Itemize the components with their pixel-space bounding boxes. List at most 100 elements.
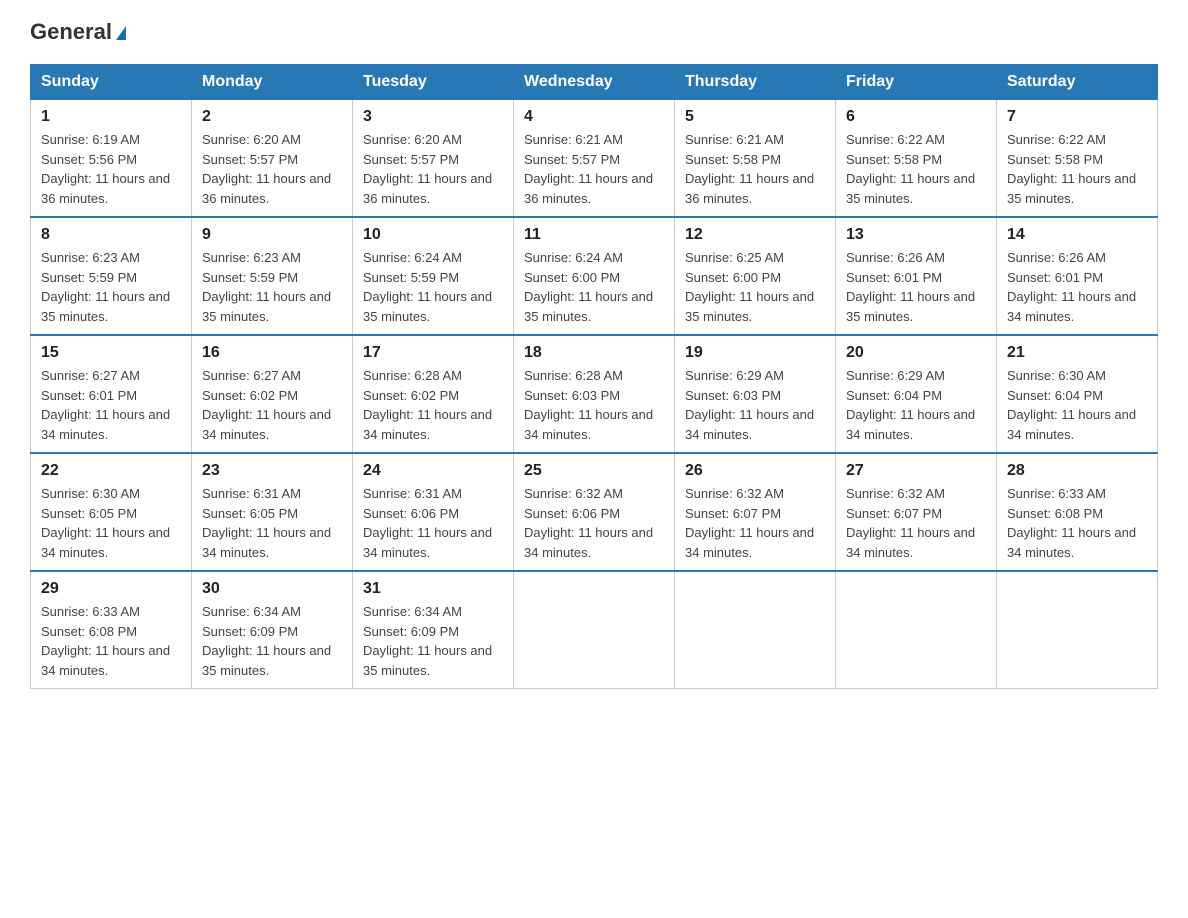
day-number: 14: [1007, 226, 1147, 244]
day-info: Sunrise: 6:34 AMSunset: 6:09 PMDaylight:…: [202, 604, 331, 678]
day-info: Sunrise: 6:34 AMSunset: 6:09 PMDaylight:…: [363, 604, 492, 678]
day-number: 20: [846, 344, 986, 362]
calendar-cell: 16 Sunrise: 6:27 AMSunset: 6:02 PMDaylig…: [192, 335, 353, 453]
calendar-header-row: SundayMondayTuesdayWednesdayThursdayFrid…: [31, 65, 1158, 100]
day-info: Sunrise: 6:25 AMSunset: 6:00 PMDaylight:…: [685, 250, 814, 324]
day-info: Sunrise: 6:20 AMSunset: 5:57 PMDaylight:…: [363, 132, 492, 206]
day-info: Sunrise: 6:19 AMSunset: 5:56 PMDaylight:…: [41, 132, 170, 206]
column-header-thursday: Thursday: [675, 65, 836, 100]
calendar-cell: 11 Sunrise: 6:24 AMSunset: 6:00 PMDaylig…: [514, 217, 675, 335]
logo-line1: General: [30, 20, 126, 44]
calendar-cell: 12 Sunrise: 6:25 AMSunset: 6:00 PMDaylig…: [675, 217, 836, 335]
calendar-week-row: 15 Sunrise: 6:27 AMSunset: 6:01 PMDaylig…: [31, 335, 1158, 453]
calendar-cell: 23 Sunrise: 6:31 AMSunset: 6:05 PMDaylig…: [192, 453, 353, 571]
day-info: Sunrise: 6:24 AMSunset: 6:00 PMDaylight:…: [524, 250, 653, 324]
calendar-cell: 1 Sunrise: 6:19 AMSunset: 5:56 PMDayligh…: [31, 100, 192, 218]
column-header-monday: Monday: [192, 65, 353, 100]
logo: General: [30, 20, 126, 44]
day-info: Sunrise: 6:27 AMSunset: 6:02 PMDaylight:…: [202, 368, 331, 442]
calendar-cell: 22 Sunrise: 6:30 AMSunset: 6:05 PMDaylig…: [31, 453, 192, 571]
calendar-cell: 28 Sunrise: 6:33 AMSunset: 6:08 PMDaylig…: [997, 453, 1158, 571]
day-number: 29: [41, 580, 181, 598]
day-number: 8: [41, 226, 181, 244]
day-info: Sunrise: 6:26 AMSunset: 6:01 PMDaylight:…: [846, 250, 975, 324]
calendar-body: 1 Sunrise: 6:19 AMSunset: 5:56 PMDayligh…: [31, 100, 1158, 689]
calendar-cell: 31 Sunrise: 6:34 AMSunset: 6:09 PMDaylig…: [353, 571, 514, 689]
day-info: Sunrise: 6:32 AMSunset: 6:07 PMDaylight:…: [685, 486, 814, 560]
day-info: Sunrise: 6:22 AMSunset: 5:58 PMDaylight:…: [1007, 132, 1136, 206]
calendar-cell: 3 Sunrise: 6:20 AMSunset: 5:57 PMDayligh…: [353, 100, 514, 218]
calendar-cell: 27 Sunrise: 6:32 AMSunset: 6:07 PMDaylig…: [836, 453, 997, 571]
calendar-cell: [997, 571, 1158, 689]
day-info: Sunrise: 6:33 AMSunset: 6:08 PMDaylight:…: [1007, 486, 1136, 560]
day-number: 19: [685, 344, 825, 362]
day-info: Sunrise: 6:30 AMSunset: 6:05 PMDaylight:…: [41, 486, 170, 560]
day-info: Sunrise: 6:28 AMSunset: 6:03 PMDaylight:…: [524, 368, 653, 442]
calendar-cell: 17 Sunrise: 6:28 AMSunset: 6:02 PMDaylig…: [353, 335, 514, 453]
day-info: Sunrise: 6:26 AMSunset: 6:01 PMDaylight:…: [1007, 250, 1136, 324]
calendar-cell: [675, 571, 836, 689]
calendar-cell: 26 Sunrise: 6:32 AMSunset: 6:07 PMDaylig…: [675, 453, 836, 571]
day-info: Sunrise: 6:22 AMSunset: 5:58 PMDaylight:…: [846, 132, 975, 206]
calendar-cell: 21 Sunrise: 6:30 AMSunset: 6:04 PMDaylig…: [997, 335, 1158, 453]
day-info: Sunrise: 6:29 AMSunset: 6:04 PMDaylight:…: [846, 368, 975, 442]
day-number: 18: [524, 344, 664, 362]
day-info: Sunrise: 6:31 AMSunset: 6:06 PMDaylight:…: [363, 486, 492, 560]
day-number: 27: [846, 462, 986, 480]
calendar-cell: 15 Sunrise: 6:27 AMSunset: 6:01 PMDaylig…: [31, 335, 192, 453]
calendar-cell: 30 Sunrise: 6:34 AMSunset: 6:09 PMDaylig…: [192, 571, 353, 689]
calendar-week-row: 8 Sunrise: 6:23 AMSunset: 5:59 PMDayligh…: [31, 217, 1158, 335]
calendar-cell: 8 Sunrise: 6:23 AMSunset: 5:59 PMDayligh…: [31, 217, 192, 335]
day-number: 3: [363, 108, 503, 126]
page-header: General: [30, 20, 1158, 44]
calendar-cell: 9 Sunrise: 6:23 AMSunset: 5:59 PMDayligh…: [192, 217, 353, 335]
calendar-cell: 7 Sunrise: 6:22 AMSunset: 5:58 PMDayligh…: [997, 100, 1158, 218]
day-info: Sunrise: 6:20 AMSunset: 5:57 PMDaylight:…: [202, 132, 331, 206]
calendar-week-row: 22 Sunrise: 6:30 AMSunset: 6:05 PMDaylig…: [31, 453, 1158, 571]
calendar-cell: 29 Sunrise: 6:33 AMSunset: 6:08 PMDaylig…: [31, 571, 192, 689]
calendar-cell: 20 Sunrise: 6:29 AMSunset: 6:04 PMDaylig…: [836, 335, 997, 453]
calendar-week-row: 1 Sunrise: 6:19 AMSunset: 5:56 PMDayligh…: [31, 100, 1158, 218]
day-number: 25: [524, 462, 664, 480]
day-number: 1: [41, 108, 181, 126]
day-number: 26: [685, 462, 825, 480]
calendar-table: SundayMondayTuesdayWednesdayThursdayFrid…: [30, 64, 1158, 689]
day-number: 4: [524, 108, 664, 126]
calendar-cell: 5 Sunrise: 6:21 AMSunset: 5:58 PMDayligh…: [675, 100, 836, 218]
day-number: 12: [685, 226, 825, 244]
day-info: Sunrise: 6:23 AMSunset: 5:59 PMDaylight:…: [41, 250, 170, 324]
calendar-cell: 6 Sunrise: 6:22 AMSunset: 5:58 PMDayligh…: [836, 100, 997, 218]
logo-triangle-icon: [116, 26, 126, 40]
day-number: 2: [202, 108, 342, 126]
calendar-cell: 2 Sunrise: 6:20 AMSunset: 5:57 PMDayligh…: [192, 100, 353, 218]
calendar-cell: 19 Sunrise: 6:29 AMSunset: 6:03 PMDaylig…: [675, 335, 836, 453]
calendar-cell: 10 Sunrise: 6:24 AMSunset: 5:59 PMDaylig…: [353, 217, 514, 335]
calendar-cell: 18 Sunrise: 6:28 AMSunset: 6:03 PMDaylig…: [514, 335, 675, 453]
calendar-week-row: 29 Sunrise: 6:33 AMSunset: 6:08 PMDaylig…: [31, 571, 1158, 689]
day-info: Sunrise: 6:28 AMSunset: 6:02 PMDaylight:…: [363, 368, 492, 442]
day-number: 11: [524, 226, 664, 244]
day-number: 7: [1007, 108, 1147, 126]
day-number: 9: [202, 226, 342, 244]
day-info: Sunrise: 6:33 AMSunset: 6:08 PMDaylight:…: [41, 604, 170, 678]
day-number: 30: [202, 580, 342, 598]
day-info: Sunrise: 6:32 AMSunset: 6:06 PMDaylight:…: [524, 486, 653, 560]
day-info: Sunrise: 6:27 AMSunset: 6:01 PMDaylight:…: [41, 368, 170, 442]
day-number: 31: [363, 580, 503, 598]
day-info: Sunrise: 6:21 AMSunset: 5:58 PMDaylight:…: [685, 132, 814, 206]
calendar-cell: [514, 571, 675, 689]
day-number: 6: [846, 108, 986, 126]
calendar-cell: [836, 571, 997, 689]
column-header-tuesday: Tuesday: [353, 65, 514, 100]
column-header-saturday: Saturday: [997, 65, 1158, 100]
day-number: 16: [202, 344, 342, 362]
day-info: Sunrise: 6:31 AMSunset: 6:05 PMDaylight:…: [202, 486, 331, 560]
day-info: Sunrise: 6:21 AMSunset: 5:57 PMDaylight:…: [524, 132, 653, 206]
day-number: 23: [202, 462, 342, 480]
column-header-sunday: Sunday: [31, 65, 192, 100]
day-number: 28: [1007, 462, 1147, 480]
day-info: Sunrise: 6:23 AMSunset: 5:59 PMDaylight:…: [202, 250, 331, 324]
day-number: 5: [685, 108, 825, 126]
column-header-wednesday: Wednesday: [514, 65, 675, 100]
day-number: 13: [846, 226, 986, 244]
